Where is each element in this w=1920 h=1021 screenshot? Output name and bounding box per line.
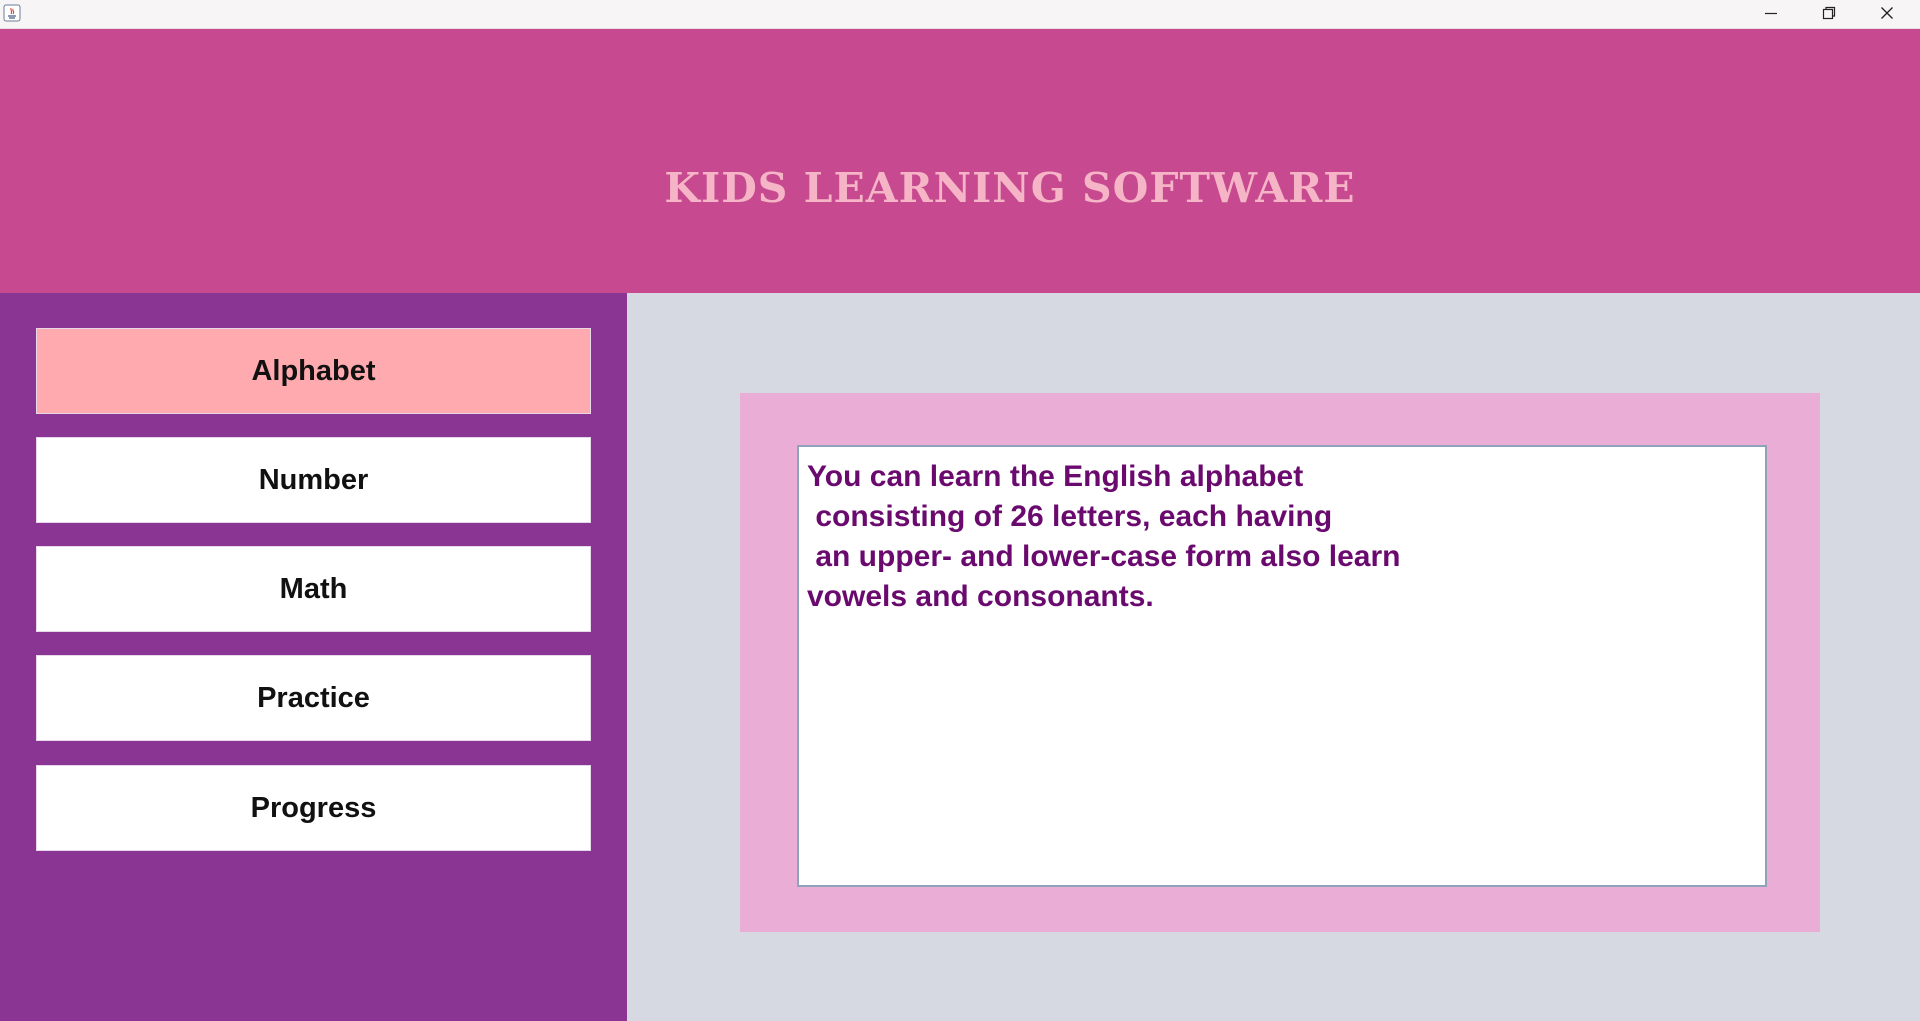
close-icon [1880, 5, 1894, 24]
header-banner: KIDS LEARNING SOFTWARE [0, 29, 1920, 293]
sidebar: Alphabet Number Math Practice Progress [0, 293, 627, 1021]
math-button[interactable]: Math [36, 546, 591, 632]
window-title-bar [0, 0, 1920, 29]
progress-button[interactable]: Progress [36, 765, 591, 851]
minimize-button[interactable] [1742, 0, 1800, 29]
minimize-icon [1764, 5, 1778, 24]
content-frame: You can learn the English alphabet consi… [740, 393, 1820, 932]
restore-icon [1822, 5, 1836, 24]
content-panel: You can learn the English alphabet consi… [627, 293, 1920, 1021]
number-button[interactable]: Number [36, 437, 591, 523]
app-title: KIDS LEARNING SOFTWARE [664, 164, 1356, 212]
close-button[interactable] [1858, 0, 1916, 29]
restore-button[interactable] [1800, 0, 1858, 29]
alphabet-button[interactable]: Alphabet [36, 328, 591, 414]
java-app-icon[interactable] [3, 4, 21, 22]
description-text-area[interactable]: You can learn the English alphabet consi… [797, 445, 1767, 887]
practice-button[interactable]: Practice [36, 655, 591, 741]
